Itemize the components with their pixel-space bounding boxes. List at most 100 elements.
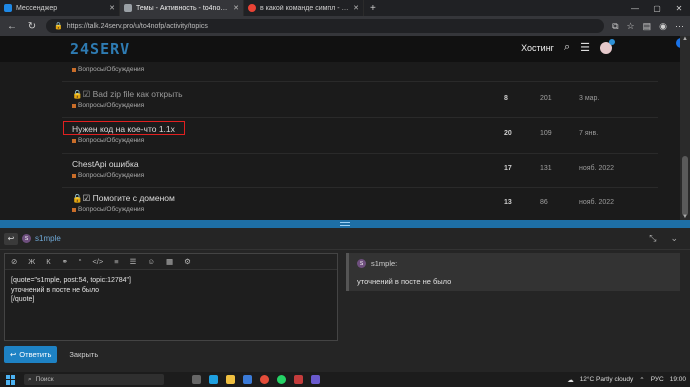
topic-activity[interactable]: нояб. 2022 bbox=[579, 165, 614, 172]
edge-icon[interactable] bbox=[209, 375, 218, 384]
quote-author: s1mple: bbox=[371, 259, 398, 268]
composer-reply-to-user[interactable]: s1mple bbox=[35, 234, 61, 243]
category-color-icon bbox=[72, 207, 76, 212]
code-button[interactable]: </> bbox=[92, 257, 103, 266]
composer-window-controls: ⤡ ⌄ bbox=[649, 233, 678, 244]
favorites-icon[interactable]: ☆ bbox=[627, 21, 635, 32]
address-bar-row: ← ↻ 🔒 https://talk.24serv.pro/u/to4nofp/… bbox=[0, 16, 690, 36]
topic-category[interactable]: Вопросы/Обсуждения bbox=[72, 66, 144, 73]
topic-category[interactable]: Вопросы/Обсуждения bbox=[72, 206, 144, 213]
language-indicator[interactable]: РУС bbox=[651, 376, 664, 383]
new-tab-button[interactable]: + bbox=[364, 0, 382, 16]
taskbar-apps bbox=[192, 375, 320, 384]
quote-button[interactable]: “ bbox=[79, 257, 82, 266]
topic-activity[interactable]: 7 янв. bbox=[579, 130, 598, 137]
editor-textarea[interactable]: [quote="s1mple, post:54, topic:12784"] у… bbox=[11, 276, 131, 305]
editor-toolbar: ⊘ Ж К ⚭ “ </> ≡ ☰ ☺ ▦ ⚙ bbox=[5, 254, 337, 270]
tab-label: в какой команде симпл - Поиск bbox=[260, 4, 349, 12]
emoji-button[interactable]: ☺ bbox=[147, 257, 155, 266]
browser-tab-messenger[interactable]: Мессенджер ✕ bbox=[0, 0, 120, 16]
bold-button[interactable]: Ж bbox=[28, 257, 35, 266]
store-icon[interactable] bbox=[243, 375, 252, 384]
user-avatar[interactable] bbox=[600, 38, 615, 54]
task-view-icon[interactable] bbox=[192, 375, 201, 384]
maximize-icon[interactable]: ▢ bbox=[646, 0, 668, 16]
close-composer-link[interactable]: Закрыть bbox=[69, 350, 98, 359]
taskbar-search[interactable]: ⌕ Поиск bbox=[24, 374, 164, 385]
profile-icon[interactable]: ◉ bbox=[659, 21, 667, 32]
browser-tab-search[interactable]: в какой команде симпл - Поиск ✕ bbox=[244, 0, 364, 16]
hyperlink-icon[interactable]: ⚭ bbox=[62, 257, 68, 266]
browser-tab-activity[interactable]: Темы - Активность - to4noFp - 24serv ✕ bbox=[120, 0, 244, 16]
tray-chevron-icon[interactable]: ⌃ bbox=[639, 376, 644, 384]
topic-activity[interactable]: нояб. 2022 bbox=[579, 199, 614, 206]
category-color-icon bbox=[72, 173, 76, 178]
back-icon[interactable]: ← bbox=[6, 21, 18, 32]
collections-icon[interactable]: ▤ bbox=[643, 21, 652, 32]
avatar: S bbox=[22, 234, 31, 243]
grip-icon[interactable] bbox=[340, 222, 350, 226]
chrome-icon[interactable] bbox=[260, 375, 269, 384]
italic-button[interactable]: К bbox=[46, 257, 50, 266]
hosting-link[interactable]: Хостинг bbox=[521, 43, 554, 53]
windows-start-icon[interactable] bbox=[6, 374, 16, 385]
topic-list: Вопросы/Обсуждения 🔒☑ Bad zip file как о… bbox=[0, 62, 680, 220]
lock-icon: 🔒 bbox=[54, 23, 63, 30]
topic-views: 86 bbox=[540, 199, 548, 206]
topic-category[interactable]: Вопросы/Обсуждения bbox=[72, 137, 144, 144]
url-field[interactable]: 🔒 https://talk.24serv.pro/u/to4nofp/acti… bbox=[46, 19, 605, 33]
category-color-icon bbox=[72, 138, 76, 143]
whatsapp-icon[interactable] bbox=[277, 375, 286, 384]
site-favicon-icon bbox=[124, 4, 132, 12]
page-scrollbar[interactable]: ▲ ▼ bbox=[680, 36, 690, 220]
close-icon[interactable]: ✕ bbox=[233, 4, 239, 12]
scrollbar-thumb[interactable] bbox=[682, 156, 688, 216]
bullet-list-button[interactable]: ≡ bbox=[114, 257, 118, 266]
chevron-down-icon[interactable]: ⌄ bbox=[670, 233, 678, 244]
reply-icon[interactable]: ↩ bbox=[4, 232, 18, 245]
tab-label: Темы - Активность - to4noFp - 24serv bbox=[136, 4, 229, 12]
numbered-list-button[interactable]: ☰ bbox=[130, 257, 137, 266]
site-header: 24SERV Хостинг ⌕ ☰ bbox=[0, 36, 680, 62]
topic-row[interactable]: 🔒☑ Помогите с доменом Вопросы/Обсуждения… bbox=[62, 188, 658, 220]
hamburger-menu-icon[interactable]: ☰ bbox=[580, 41, 590, 54]
search-icon[interactable]: ⌕ bbox=[564, 41, 570, 54]
clock[interactable]: 19:00 bbox=[670, 376, 686, 383]
collapse-icon[interactable]: ⤡ bbox=[649, 233, 656, 244]
topic-category[interactable]: Вопросы/Обсуждения bbox=[72, 102, 144, 109]
app-icon[interactable] bbox=[311, 375, 320, 384]
scroll-up-icon[interactable]: ▲ bbox=[680, 36, 690, 42]
site-logo[interactable]: 24SERV bbox=[70, 40, 130, 58]
window-close-icon[interactable]: ✕ bbox=[668, 0, 690, 16]
topic-views: 201 bbox=[540, 95, 552, 102]
menu-icon[interactable]: ⋯ bbox=[675, 21, 684, 32]
app-icon[interactable] bbox=[294, 375, 303, 384]
topic-row[interactable]: 🔒☑ Bad zip file как открыть Вопросы/Обсу… bbox=[62, 82, 658, 118]
quote-header: S s1mple: bbox=[357, 259, 397, 268]
preview-quote: S s1mple: уточнений в посте не было bbox=[346, 253, 680, 291]
topic-replies: 8 bbox=[504, 95, 508, 102]
topic-title[interactable]: ChestApi ошибка bbox=[72, 159, 139, 169]
topic-replies: 17 bbox=[504, 165, 512, 172]
topic-activity[interactable]: 3 мар. bbox=[579, 95, 599, 102]
date-button[interactable]: ▦ bbox=[166, 257, 173, 266]
close-icon[interactable]: ✕ bbox=[353, 4, 359, 12]
topic-category[interactable]: Вопросы/Обсуждения bbox=[72, 172, 144, 179]
minimize-icon[interactable]: — bbox=[624, 0, 646, 16]
close-icon[interactable]: ✕ bbox=[109, 4, 115, 12]
topic-row[interactable]: Вопросы/Обсуждения bbox=[62, 62, 658, 82]
explorer-icon[interactable] bbox=[226, 375, 235, 384]
options-button[interactable]: ⚙ bbox=[184, 257, 191, 266]
extensions-icon[interactable]: ⧉ bbox=[612, 21, 618, 32]
reply-button[interactable]: ↩ Ответить bbox=[4, 346, 58, 363]
link-icon[interactable]: ⊘ bbox=[11, 257, 17, 266]
topic-title[interactable]: 🔒☑ Помогите с доменом bbox=[72, 193, 175, 204]
reload-icon[interactable]: ↻ bbox=[26, 21, 38, 32]
composer-header: ↩ S s1mple ⤡ ⌄ bbox=[0, 228, 690, 250]
topic-replies: 20 bbox=[504, 130, 512, 137]
topic-title[interactable]: 🔒☑ Bad zip file как открыть bbox=[72, 89, 183, 100]
weather-text[interactable]: 12°C Partly cloudy bbox=[580, 376, 634, 383]
reply-composer: ↩ S s1mple ⤡ ⌄ ⊘ Ж К ⚭ “ </> ≡ ☰ ☺ ▦ ⚙ [… bbox=[0, 228, 690, 372]
composer-editor: ⊘ Ж К ⚭ “ </> ≡ ☰ ☺ ▦ ⚙ [quote="s1mple, … bbox=[4, 253, 338, 341]
topic-row[interactable]: ChestApi ошибка Вопросы/Обсуждения 17 13… bbox=[62, 154, 658, 188]
